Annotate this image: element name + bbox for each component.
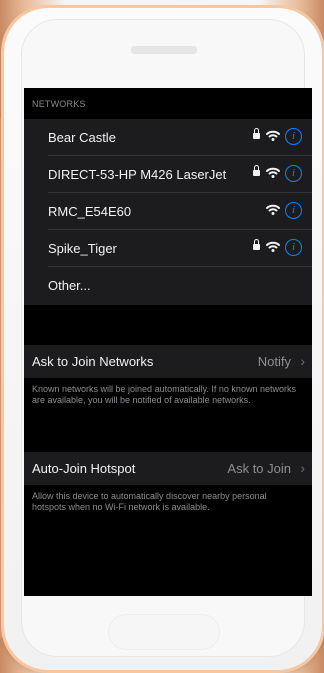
chevron-right-icon: › [300, 460, 305, 476]
other-network-row[interactable]: Other... [24, 267, 312, 304]
network-name: Spike_Tiger [48, 241, 117, 256]
network-row-spike-tiger[interactable]: Spike_Tiger i [24, 230, 312, 267]
network-row-bear-castle[interactable]: Bear Castle i [24, 119, 312, 156]
photo-scene: NETWORKS Bear Castle i DIRECT-53-HP M426… [0, 0, 324, 673]
wifi-settings-screen: NETWORKS Bear Castle i DIRECT-53-HP M426… [24, 88, 312, 596]
lock-icon [253, 239, 260, 250]
wifi-icon [266, 241, 280, 252]
info-button[interactable]: i [285, 165, 302, 182]
lock-icon [253, 165, 260, 176]
home-button-area [108, 614, 220, 650]
wifi-icon [266, 130, 280, 141]
chevron-right-icon: › [300, 353, 305, 369]
wifi-icon [266, 204, 280, 215]
info-button[interactable]: i [285, 239, 302, 256]
ask-to-join-value: Notify [257, 354, 291, 369]
ask-to-join-networks-row[interactable]: Ask to Join Networks Notify › [24, 345, 312, 378]
wifi-icon [266, 167, 280, 178]
auto-join-hotspot-description: Allow this device to automatically disco… [32, 491, 267, 512]
info-button[interactable]: i [285, 202, 302, 219]
ask-to-join-description: Known networks will be joined automatica… [32, 384, 296, 405]
auto-join-hotspot-label: Auto-Join Hotspot [32, 461, 136, 476]
auto-join-hotspot-row[interactable]: Auto-Join Hotspot Ask to Join › [24, 452, 312, 485]
network-row-rmc-e54e60[interactable]: RMC_E54E60 i [24, 193, 312, 230]
ask-to-join-label: Ask to Join Networks [32, 354, 154, 369]
network-row-direct-53-hp-m426-laserjet[interactable]: DIRECT-53-HP M426 LaserJet i [24, 156, 312, 193]
other-network-label: Other... [48, 278, 91, 293]
network-name: DIRECT-53-HP M426 LaserJet [48, 167, 227, 182]
lock-icon [253, 128, 260, 139]
networks-section-header: NETWORKS [32, 99, 86, 109]
network-name: RMC_E54E60 [48, 204, 132, 219]
network-name: Bear Castle [48, 130, 116, 145]
network-list: Bear Castle i DIRECT-53-HP M426 LaserJet [24, 119, 312, 305]
info-button[interactable]: i [285, 128, 302, 145]
earpiece-speaker [131, 46, 197, 54]
auto-join-hotspot-value: Ask to Join [227, 461, 291, 476]
